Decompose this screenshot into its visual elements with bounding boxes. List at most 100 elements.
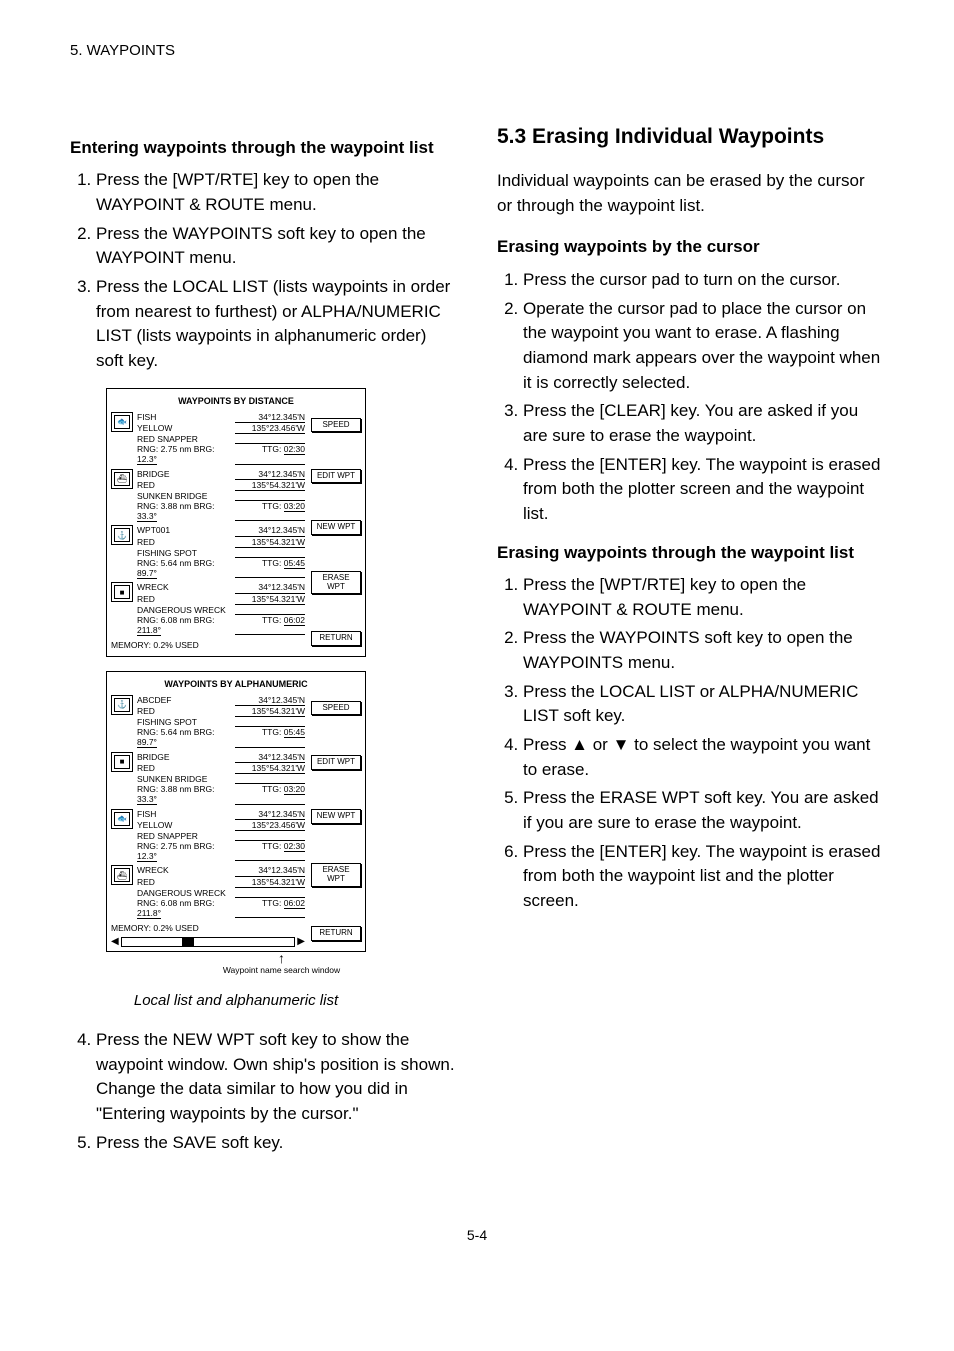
edit-wpt-softkey[interactable]: EDIT WPT	[311, 755, 361, 770]
wp-name: BRIDGE	[137, 752, 170, 763]
wreck-icon: ⛴	[114, 868, 130, 882]
new-wpt-softkey[interactable]: NEW WPT	[311, 809, 361, 824]
steps-list-2: Press the NEW WPT soft key to show the w…	[70, 1028, 457, 1155]
bridge-icon: ⛴	[114, 472, 130, 486]
return-softkey[interactable]: RETURN	[311, 631, 361, 646]
step: Press ▲ or ▼ to select the waypoint you …	[523, 733, 884, 782]
wp-rng: 3.88 nm	[161, 501, 192, 511]
subsection-title: Erasing waypoints through the waypoint l…	[497, 541, 884, 566]
step: Press the cursor pad to turn on the curs…	[523, 268, 884, 293]
speed-softkey[interactable]: SPEED	[311, 418, 361, 433]
step: Press the SAVE soft key.	[96, 1131, 457, 1156]
memory-used: 0.2% USED	[153, 640, 198, 650]
wp-lat: 34°12.345'N	[235, 525, 305, 536]
wp-lon: 135°54.321'W	[235, 877, 305, 888]
wp-name: WRECK	[137, 865, 169, 876]
wp-lon: 135°23.456'W	[235, 820, 305, 831]
fish-icon: 🐟	[114, 415, 130, 429]
steps-list-1: Press the [WPT/RTE] key to open the WAYP…	[70, 168, 457, 373]
wp-color: RED	[137, 480, 155, 491]
steps-erase-list: Press the [WPT/RTE] key to open the WAYP…	[497, 573, 884, 913]
step: Press the WAYPOINTS soft key to open the…	[523, 626, 884, 675]
edit-wpt-softkey[interactable]: EDIT WPT	[311, 469, 361, 484]
memory-label: MEMORY:	[111, 923, 151, 933]
wp-brg: 89.7°	[137, 568, 157, 579]
wp-ttg: 05:45	[284, 558, 305, 569]
wp-rng: 6.08 nm	[161, 615, 192, 625]
wp-lat: 34°12.345'N	[235, 469, 305, 480]
wp-name: BRIDGE	[137, 469, 170, 480]
search-window-label: Waypoint name search window	[106, 964, 457, 976]
search-scrollbar[interactable]: ◀ ▶	[111, 937, 305, 947]
wpt-icon: ⚓	[114, 528, 130, 542]
wp-rng: 2.75 nm	[161, 444, 192, 454]
memory-label: MEMORY:	[111, 640, 151, 650]
wp-lon: 135°54.321'W	[235, 480, 305, 491]
right-column: 5.3 Erasing Individual Waypoints Individ…	[497, 122, 884, 1166]
subsection-title: Erasing waypoints by the cursor	[497, 235, 884, 260]
new-wpt-softkey[interactable]: NEW WPT	[311, 520, 361, 535]
local-list-figure: WAYPOINTS BY DISTANCE 🐟 FISH34°12.345'N …	[106, 388, 457, 657]
step: Press the LOCAL LIST (lists waypoints in…	[96, 275, 457, 374]
page-number: 5-4	[70, 1225, 884, 1245]
wp-rng: 3.88 nm	[161, 784, 192, 794]
wp-name: FISH	[137, 412, 156, 423]
wp-ttg: 03:20	[284, 784, 305, 795]
fish-icon: 🐟	[114, 812, 130, 826]
step: Press the [CLEAR] key. You are asked if …	[523, 399, 884, 448]
alpha-list-figure: WAYPOINTS BY ALPHANUMERIC ⚓ ABCDEF34°12.…	[106, 671, 457, 977]
scroll-right-icon[interactable]: ▶	[297, 937, 305, 947]
wp-ttg: 02:30	[284, 444, 305, 455]
wp-rng: 6.08 nm	[161, 898, 192, 908]
step: Press the [ENTER] key. The waypoint is e…	[523, 453, 884, 527]
wp-cmnt: FISHING SPOT	[137, 717, 197, 727]
section-header: 5. WAYPOINTS	[70, 40, 884, 62]
intro-paragraph: Individual waypoints can be erased by th…	[497, 169, 884, 218]
step: Operate the cursor pad to place the curs…	[523, 297, 884, 396]
wp-cmnt: SUNKEN BRIDGE	[137, 774, 207, 784]
return-softkey[interactable]: RETURN	[311, 926, 361, 941]
left-column: Entering waypoints through the waypoint …	[70, 122, 457, 1166]
step: Press the NEW WPT soft key to show the w…	[96, 1028, 457, 1127]
wp-lat: 34°12.345'N	[235, 809, 305, 820]
erase-wpt-softkey[interactable]: ERASE WPT	[311, 863, 361, 887]
wp-color: RED	[137, 763, 155, 774]
wp-name: ABCDEF	[137, 695, 171, 706]
wp-lat: 34°12.345'N	[235, 752, 305, 763]
wp-lon: 135°54.321'W	[235, 706, 305, 717]
step: Press the LOCAL LIST or ALPHA/NUMERIC LI…	[523, 680, 884, 729]
wp-lat: 34°12.345'N	[235, 582, 305, 593]
wp-ttg: 06:02	[284, 615, 305, 626]
memory-used: 0.2% USED	[153, 923, 198, 933]
wp-brg: 211.8°	[137, 625, 161, 636]
wp-rng: 2.75 nm	[161, 841, 192, 851]
speed-softkey[interactable]: SPEED	[311, 701, 361, 716]
list-title: WAYPOINTS BY ALPHANUMERIC	[111, 678, 361, 691]
wp-rng: 5.64 nm	[161, 558, 192, 568]
wp-cmnt: SUNKEN BRIDGE	[137, 491, 207, 501]
wp-name: FISH	[137, 809, 156, 820]
wp-brg: 89.7°	[137, 737, 157, 748]
list-title: WAYPOINTS BY DISTANCE	[111, 395, 361, 408]
erase-wpt-softkey[interactable]: ERASE WPT	[311, 571, 361, 595]
wp-brg: 33.3°	[137, 794, 157, 805]
wp-name: WRECK	[137, 582, 169, 593]
arrow-up-icon: ↑	[106, 954, 457, 962]
wp-ttg: 05:45	[284, 727, 305, 738]
wp-cmnt: DANGEROUS WRECK	[137, 605, 226, 615]
wp-ttg: 06:02	[284, 898, 305, 909]
wp-color: YELLOW	[137, 423, 172, 434]
wreck-icon: ■	[114, 585, 130, 599]
scroll-left-icon[interactable]: ◀	[111, 937, 119, 947]
step: Press the [ENTER] key. The waypoint is e…	[523, 840, 884, 914]
wp-ttg: 02:30	[284, 841, 305, 852]
wp-cmnt: RED SNAPPER	[137, 434, 198, 444]
wp-brg: 33.3°	[137, 511, 157, 522]
figure-caption: Local list and alphanumeric list	[106, 990, 366, 1012]
step: Press the [WPT/RTE] key to open the WAYP…	[523, 573, 884, 622]
wp-rng: 5.64 nm	[161, 727, 192, 737]
wp-cmnt: RED SNAPPER	[137, 831, 198, 841]
wp-lon: 135°23.456'W	[235, 423, 305, 434]
wp-cmnt: DANGEROUS WRECK	[137, 888, 226, 898]
step: Press the [WPT/RTE] key to open the WAYP…	[96, 168, 457, 217]
